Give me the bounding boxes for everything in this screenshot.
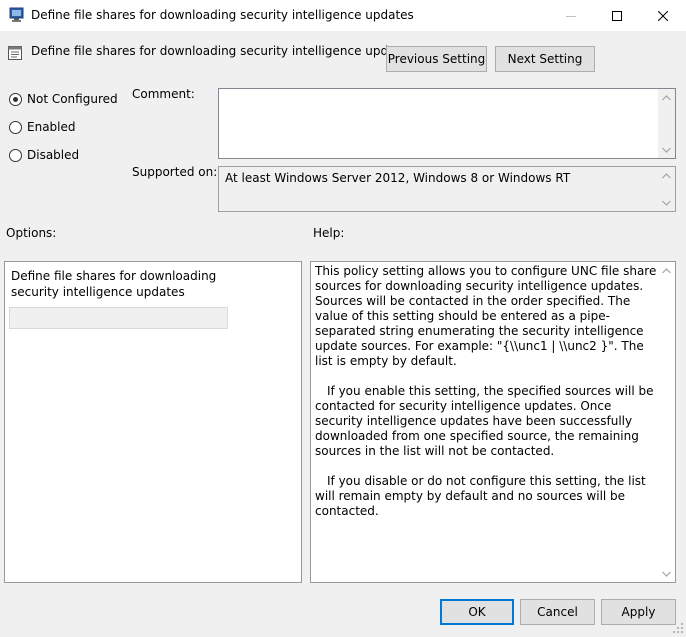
supported-on-label: Supported on: (132, 165, 218, 179)
supported-on-value: At least Windows Server 2012, Windows 8 … (225, 171, 571, 185)
comment-field[interactable] (218, 88, 676, 159)
comment-scrollbar[interactable] (658, 89, 675, 158)
comment-label: Comment: (132, 87, 195, 101)
cancel-button[interactable]: Cancel (520, 599, 595, 625)
help-text: This policy setting allows you to config… (315, 264, 663, 519)
scroll-down-icon[interactable] (658, 194, 675, 211)
setting-icon (7, 45, 23, 61)
file-shares-field-label: Define file shares for downloading secur… (11, 269, 217, 299)
next-setting-button[interactable]: Next Setting (495, 46, 595, 72)
apply-button[interactable]: Apply (601, 599, 676, 625)
maximize-icon (612, 10, 622, 21)
options-label: Options: (6, 226, 57, 240)
scroll-down-icon[interactable] (658, 565, 675, 582)
scroll-up-icon[interactable] (658, 167, 675, 184)
help-scrollbar[interactable] (658, 262, 675, 582)
window-title: Define file shares for downloading secur… (31, 8, 414, 22)
previous-setting-button[interactable]: Previous Setting (386, 46, 487, 72)
file-shares-input[interactable] (9, 307, 228, 329)
scroll-up-icon[interactable] (658, 89, 675, 106)
close-icon (658, 10, 668, 21)
setting-name: Define file shares for downloading secur… (31, 44, 414, 58)
help-label: Help: (313, 226, 345, 240)
radio-not-configured[interactable]: Not Configured (9, 92, 118, 106)
resize-grip-icon[interactable] (672, 622, 684, 634)
scroll-down-icon[interactable] (658, 141, 675, 158)
help-paragraph: If you enable this setting, the specifie… (315, 384, 654, 458)
radio-indicator (9, 92, 22, 106)
minimize-button[interactable] (548, 0, 594, 31)
radio-label: Disabled (27, 148, 80, 162)
help-paragraph: This policy setting allows you to config… (315, 264, 657, 368)
maximize-button[interactable] (594, 0, 640, 31)
radio-indicator (9, 148, 22, 162)
supported-on-field: At least Windows Server 2012, Windows 8 … (218, 166, 676, 212)
scroll-up-icon[interactable] (658, 262, 675, 279)
title-bar: Define file shares for downloading secur… (0, 0, 686, 31)
help-panel: This policy setting allows you to config… (310, 261, 676, 583)
radio-enabled[interactable]: Enabled (9, 120, 76, 134)
radio-indicator (9, 120, 22, 134)
radio-label: Not Configured (27, 92, 118, 106)
close-button[interactable] (640, 0, 686, 31)
options-panel: Define file shares for downloading secur… (4, 261, 302, 583)
help-paragraph: If you disable or do not configure this … (315, 474, 646, 518)
minimize-icon (566, 15, 576, 17)
policy-app-icon (9, 7, 25, 23)
ok-button[interactable]: OK (440, 599, 514, 625)
supported-scrollbar[interactable] (658, 167, 675, 211)
radio-disabled[interactable]: Disabled (9, 148, 79, 162)
radio-label: Enabled (27, 120, 76, 134)
